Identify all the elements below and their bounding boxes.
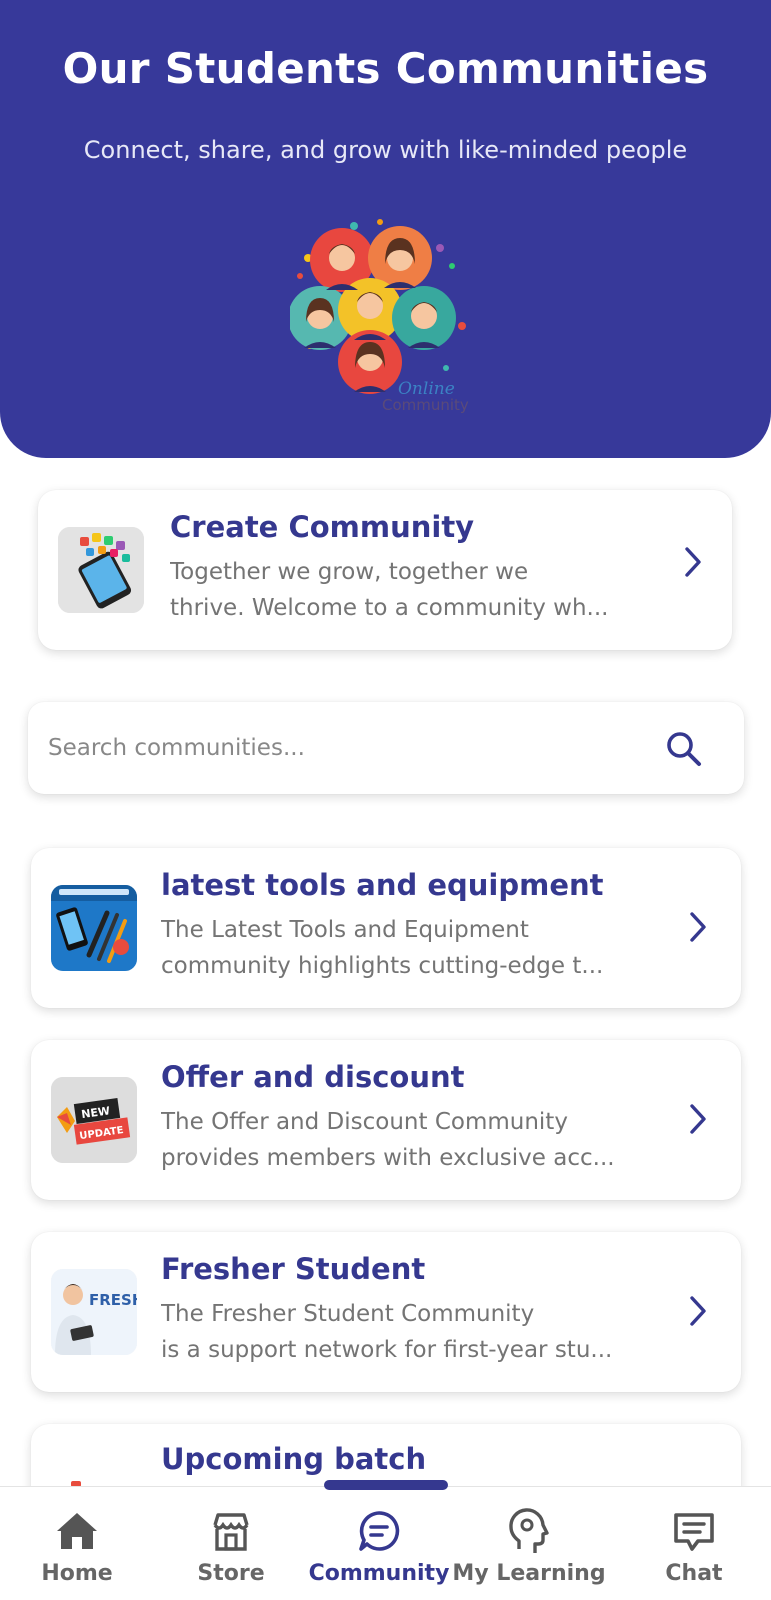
community-title: Offer and discount	[161, 1060, 465, 1094]
online-community-logo: Online Community	[290, 219, 469, 414]
learning-head-icon	[509, 1508, 549, 1553]
nav-item-my-learning[interactable]: My Learning	[452, 1487, 606, 1600]
svg-text:Community: Community	[382, 396, 469, 414]
create-community-card[interactable]: Create Community Together we grow, toget…	[38, 490, 732, 650]
svg-text:FRESHE: FRESHE	[89, 1291, 137, 1309]
community-card-offer-discount[interactable]: NEW UPDATE Offer and discount The Offer …	[31, 1040, 741, 1200]
active-tab-indicator	[324, 1480, 448, 1490]
nav-label-my-learning: My Learning	[452, 1561, 606, 1586]
nav-item-chat[interactable]: Chat	[617, 1487, 771, 1600]
community-description: The Fresher Student Community is a suppo…	[161, 1301, 613, 1363]
store-icon	[213, 1513, 249, 1551]
create-community-title: Create Community	[170, 510, 475, 544]
community-description: The Offer and Discount Community provide…	[161, 1109, 615, 1171]
chevron-right-icon	[690, 1296, 706, 1326]
fresher-student-thumbnail: FRESHE	[51, 1269, 137, 1355]
nav-label-store: Store	[197, 1561, 265, 1586]
create-community-thumbnail	[58, 527, 144, 613]
community-card-latest-tools[interactable]: latest tools and equipment The Latest To…	[31, 848, 741, 1008]
search-bar	[28, 702, 744, 794]
nav-label-chat: Chat	[665, 1561, 723, 1586]
smartphone-apps-icon	[58, 527, 144, 613]
search-icon[interactable]	[665, 730, 703, 768]
student-photo-icon: FRESHE	[51, 1269, 137, 1355]
create-community-description: Together we grow, together we thrive. We…	[170, 559, 609, 621]
nav-label-home: Home	[41, 1561, 113, 1586]
search-input[interactable]	[48, 722, 648, 774]
community-title: latest tools and equipment	[161, 868, 604, 902]
chevron-right-icon	[685, 547, 701, 577]
bottom-navigation: Home Store Community My Learning Chat	[0, 1486, 771, 1600]
community-description: The Latest Tools and Equipment community…	[161, 917, 604, 979]
new-update-badge-icon: NEW UPDATE	[51, 1077, 137, 1163]
community-card-fresher-student[interactable]: FRESHE Fresher Student The Fresher Stude…	[31, 1232, 741, 1392]
nav-label-community: Community	[308, 1561, 450, 1586]
nav-item-community[interactable]: Community	[302, 1487, 456, 1600]
chevron-right-icon	[690, 912, 706, 942]
tools-image-icon	[51, 885, 137, 971]
page-subtitle: Connect, share, and grow with like-minde…	[83, 136, 688, 164]
chevron-right-icon	[690, 1104, 706, 1134]
community-chat-icon	[359, 1511, 400, 1551]
chat-icon	[674, 1513, 714, 1551]
home-icon	[57, 1513, 97, 1549]
nav-item-store[interactable]: Store	[154, 1487, 308, 1600]
latest-tools-thumbnail	[51, 885, 137, 971]
community-title: Upcoming batch	[161, 1442, 427, 1476]
community-title: Fresher Student	[161, 1252, 426, 1286]
page-title: Our Students Communities	[62, 44, 709, 93]
hero-banner: Our Students Communities Connect, share,…	[0, 0, 771, 458]
offer-discount-thumbnail: NEW UPDATE	[51, 1077, 137, 1163]
nav-item-home[interactable]: Home	[0, 1487, 154, 1600]
